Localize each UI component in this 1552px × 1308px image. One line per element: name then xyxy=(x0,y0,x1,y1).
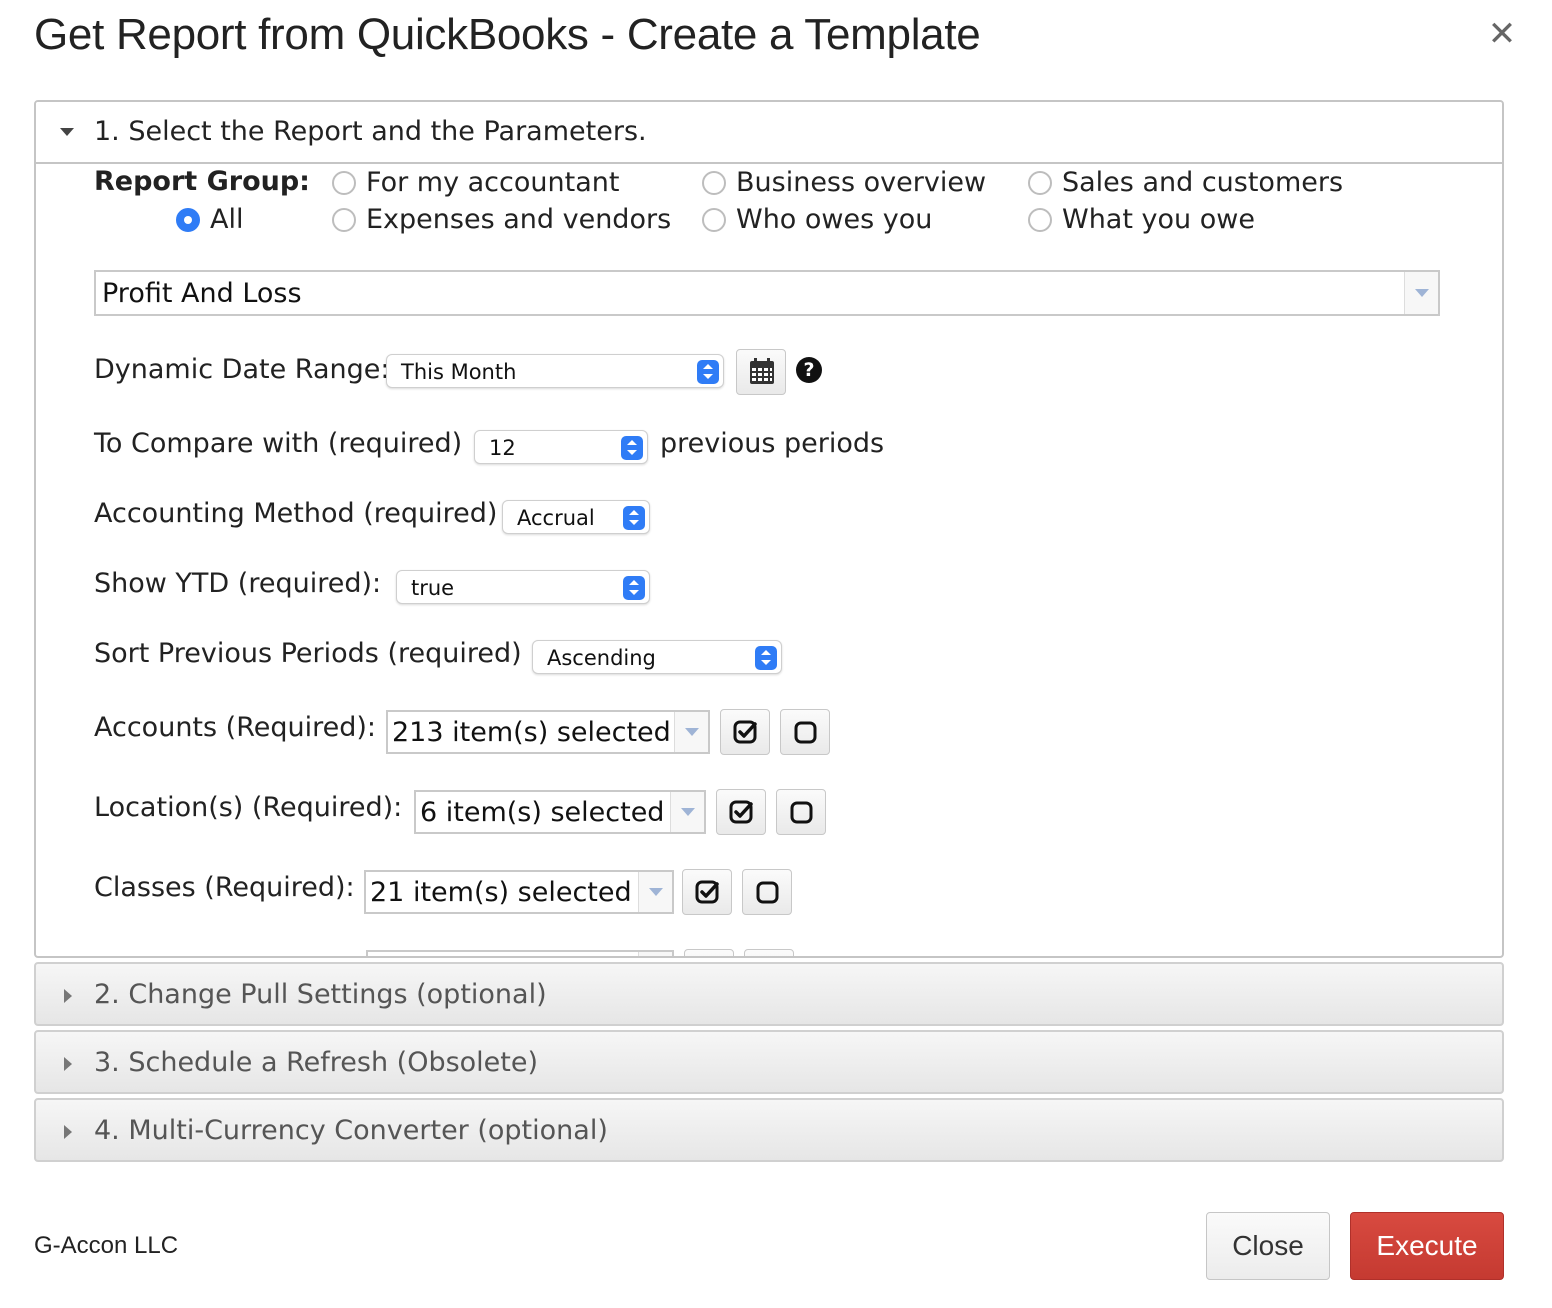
radio-icon xyxy=(332,170,356,195)
radio-icon xyxy=(702,207,726,232)
report-group-label: Report Group: xyxy=(94,166,310,197)
radio-icon xyxy=(702,170,726,195)
classes-clear-all-button[interactable] xyxy=(742,869,792,915)
select-stepper-icon xyxy=(697,360,719,384)
classes-select-all-button[interactable] xyxy=(682,869,732,915)
radio-icon xyxy=(332,207,356,232)
radio-what-you-owe[interactable]: What you owe xyxy=(1028,204,1255,235)
accounts-value: 213 item(s) selected xyxy=(392,717,671,748)
report-select[interactable]: Profit And Loss xyxy=(94,270,1440,316)
dialog-title: Get Report from QuickBooks - Create a Te… xyxy=(34,10,981,59)
chevron-down-icon[interactable] xyxy=(1404,272,1438,314)
date-range-select[interactable]: This Month xyxy=(386,354,724,388)
show-ytd-label: Show YTD (required): xyxy=(94,568,382,599)
section-header-1[interactable]: 1. Select the Report and the Parameters. xyxy=(36,102,1502,164)
radio-label: Business overview xyxy=(736,167,987,198)
compare-value: 12 xyxy=(489,436,516,460)
date-range-value: This Month xyxy=(401,360,517,384)
select-stepper-icon xyxy=(623,576,645,600)
help-icon[interactable]: ? xyxy=(796,357,822,383)
section-header-3[interactable]: 3. Schedule a Refresh (Obsolete) xyxy=(34,1030,1504,1094)
compare-label: To Compare with (required) xyxy=(94,428,463,459)
radio-expenses-and-vendors[interactable]: Expenses and vendors xyxy=(332,204,671,235)
section-header-4[interactable]: 4. Multi-Currency Converter (optional) xyxy=(34,1098,1504,1162)
radio-sales-and-customers[interactable]: Sales and customers xyxy=(1028,167,1343,198)
classes-label: Classes (Required): xyxy=(94,872,355,903)
caret-down-icon xyxy=(60,128,74,136)
accounting-method-select[interactable]: Accrual xyxy=(502,500,650,534)
select-stepper-icon xyxy=(621,436,643,460)
section-title-3: 3. Schedule a Refresh (Obsolete) xyxy=(94,1047,539,1078)
select-stepper-icon xyxy=(623,506,645,530)
sort-periods-value: Ascending xyxy=(547,646,656,670)
checkbox-checked-icon xyxy=(695,880,719,904)
show-ytd-select[interactable]: true xyxy=(396,570,650,604)
accounts-select-all-button[interactable] xyxy=(720,709,770,755)
close-icon[interactable]: ✕ xyxy=(1484,16,1520,52)
radio-label: All xyxy=(210,204,244,235)
section-body-1: Report Group: All For my accountant Expe… xyxy=(36,164,1502,956)
radio-all[interactable]: All xyxy=(176,204,243,235)
next-clear-all-button-clipped[interactable] xyxy=(744,949,794,956)
section-title-4: 4. Multi-Currency Converter (optional) xyxy=(94,1115,608,1146)
next-multiselect-clipped[interactable] xyxy=(366,950,674,956)
accounting-method-label: Accounting Method (required) xyxy=(94,498,498,529)
calendar-button[interactable] xyxy=(736,349,786,395)
accounts-multiselect[interactable]: 213 item(s) selected xyxy=(386,710,710,754)
locations-select-all-button[interactable] xyxy=(716,789,766,835)
show-ytd-value: true xyxy=(411,576,455,600)
compare-select[interactable]: 12 xyxy=(474,430,648,464)
execute-button[interactable]: Execute xyxy=(1350,1212,1504,1280)
caret-right-icon xyxy=(64,989,72,1003)
accounts-label: Accounts (Required): xyxy=(94,712,376,743)
chevron-down-icon[interactable] xyxy=(638,952,672,956)
accounting-method-value: Accrual xyxy=(517,506,595,530)
classes-value: 21 item(s) selected xyxy=(370,877,632,908)
chevron-down-icon[interactable] xyxy=(674,712,708,752)
radio-icon xyxy=(1028,207,1052,232)
footer-brand: G-Accon LLC xyxy=(34,1232,179,1259)
calendar-icon xyxy=(750,358,774,384)
checkbox-empty-icon xyxy=(790,801,813,824)
locations-label: Location(s) (Required): xyxy=(94,792,403,823)
chevron-down-icon[interactable] xyxy=(638,872,672,912)
next-select-all-button-clipped[interactable] xyxy=(684,949,734,956)
date-range-label: Dynamic Date Range: xyxy=(94,354,390,385)
caret-right-icon xyxy=(64,1057,72,1071)
close-button[interactable]: Close xyxy=(1206,1212,1330,1280)
checkbox-empty-icon xyxy=(756,881,779,904)
dialog: Get Report from QuickBooks - Create a Te… xyxy=(0,0,1552,1308)
report-select-value: Profit And Loss xyxy=(102,278,302,309)
radio-label: Sales and customers xyxy=(1062,167,1344,198)
radio-label: Who owes you xyxy=(736,204,933,235)
checkbox-checked-icon xyxy=(733,720,757,744)
select-stepper-icon xyxy=(755,646,777,670)
checkbox-empty-icon xyxy=(794,721,817,744)
chevron-down-icon[interactable] xyxy=(670,792,704,832)
radio-label: For my accountant xyxy=(366,167,620,198)
accounts-clear-all-button[interactable] xyxy=(780,709,830,755)
locations-clear-all-button[interactable] xyxy=(776,789,826,835)
radio-business-overview[interactable]: Business overview xyxy=(702,167,986,198)
locations-value: 6 item(s) selected xyxy=(420,797,665,828)
caret-right-icon xyxy=(64,1125,72,1139)
classes-multiselect[interactable]: 21 item(s) selected xyxy=(364,870,674,914)
sort-periods-label: Sort Previous Periods (required) xyxy=(94,638,522,669)
section-header-2[interactable]: 2. Change Pull Settings (optional) xyxy=(34,962,1504,1026)
radio-for-my-accountant[interactable]: For my accountant xyxy=(332,167,619,198)
locations-multiselect[interactable]: 6 item(s) selected xyxy=(414,790,706,834)
radio-label: Expenses and vendors xyxy=(366,204,672,235)
radio-who-owes-you[interactable]: Who owes you xyxy=(702,204,932,235)
sort-periods-select[interactable]: Ascending xyxy=(532,640,782,674)
section-title-1: 1. Select the Report and the Parameters. xyxy=(94,116,647,147)
checkbox-checked-icon xyxy=(729,800,753,824)
radio-icon xyxy=(1028,170,1052,195)
radio-label: What you owe xyxy=(1062,204,1255,235)
section-title-2: 2. Change Pull Settings (optional) xyxy=(94,979,547,1010)
radio-selected-icon xyxy=(176,207,200,232)
section-select-report: 1. Select the Report and the Parameters.… xyxy=(34,100,1504,958)
compare-suffix: previous periods xyxy=(660,428,885,459)
